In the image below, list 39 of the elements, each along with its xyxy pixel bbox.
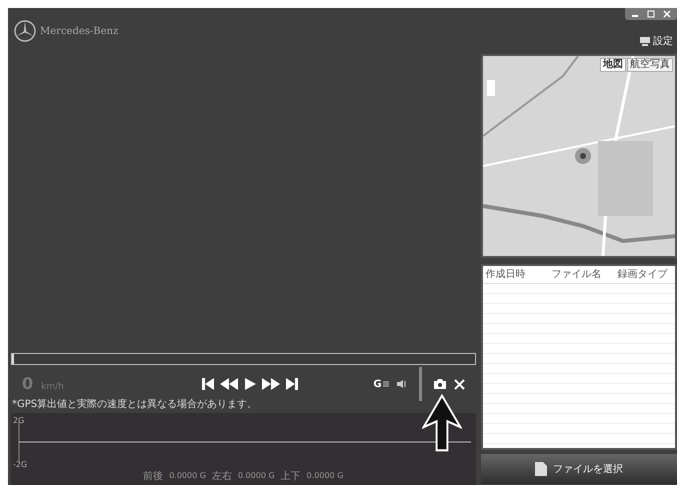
close-icon — [662, 9, 672, 19]
axis-label: 2G — [13, 415, 24, 427]
g-sensor-button[interactable]: G — [373, 376, 389, 392]
star-logo-icon — [14, 20, 36, 42]
reading-label: 左右 — [212, 470, 232, 484]
settings-button[interactable]: 設定 — [640, 34, 673, 49]
fast-forward-button[interactable] — [262, 376, 280, 392]
rewind-button[interactable] — [220, 376, 238, 392]
settings-icon — [640, 37, 650, 46]
bars-icon — [382, 381, 389, 387]
reading-value: 0.0000 G — [169, 470, 206, 482]
reading-label: 上下 — [280, 470, 301, 484]
select-file-button[interactable]: ファイルを選択 — [480, 454, 677, 484]
play-button[interactable] — [244, 376, 256, 392]
close-icon — [454, 378, 465, 390]
skip-forward-button[interactable] — [286, 376, 298, 392]
close-button[interactable] — [454, 378, 465, 390]
brand-name: Mercedes-Benz — [40, 24, 118, 38]
column-header[interactable]: ファイル名 — [548, 267, 615, 282]
skip-back-button[interactable] — [202, 376, 214, 392]
reading-value: 0.0000 G — [306, 470, 344, 482]
column-header[interactable]: 録画タイプ — [614, 267, 675, 282]
document-icon — [534, 462, 547, 476]
map-type-button[interactable]: 地図 — [600, 58, 626, 72]
map-type-button[interactable]: 航空写真 — [627, 58, 673, 72]
maximize-icon — [646, 9, 656, 19]
camera-button[interactable] — [434, 379, 446, 389]
arrow-drawing — [422, 394, 462, 452]
speed-value: 0 — [22, 373, 34, 395]
speaker-icon — [396, 380, 407, 388]
reading-value: 0.0000 G — [238, 470, 275, 482]
camera-icon — [434, 379, 446, 389]
reading-label: 前後 — [143, 470, 164, 484]
speed-unit: km/h — [41, 381, 64, 394]
volume-button[interactable] — [396, 380, 407, 388]
axis-label: -2G — [13, 459, 28, 471]
seek-bar[interactable] — [11, 353, 476, 365]
gps-note: *GPS算出値と実際の速度とは異なる場合があります。 — [11, 399, 258, 411]
column-header[interactable]: 作成日時 — [482, 267, 549, 282]
